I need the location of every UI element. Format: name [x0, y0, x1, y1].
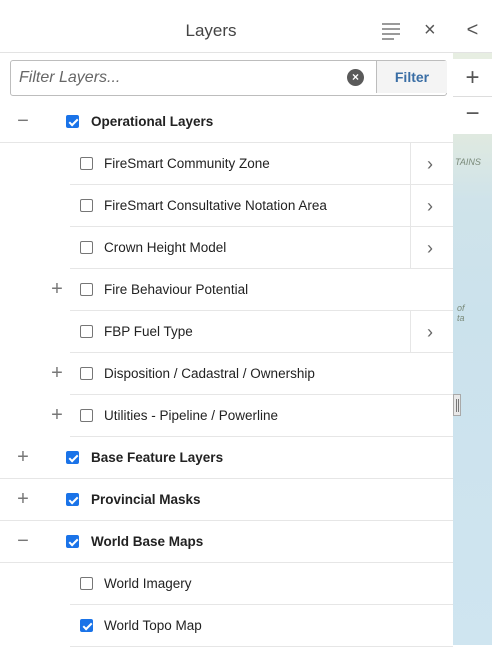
layer-checkbox[interactable]: [80, 283, 93, 296]
filter-button[interactable]: Filter: [376, 61, 447, 93]
expand-icon[interactable]: +: [49, 363, 65, 383]
layer-row-firesmart-consultative-notation-area[interactable]: FireSmart Consultative Notation Area ›: [0, 185, 453, 227]
layer-label: Base Feature Layers: [91, 450, 224, 465]
expand-icon[interactable]: +: [49, 405, 65, 425]
layer-row-base-feature-layers[interactable]: + Base Feature Layers: [0, 437, 453, 479]
panel-header: Layers ×: [0, 9, 453, 53]
layer-label: Fire Behaviour Potential: [104, 282, 249, 297]
layer-checkbox[interactable]: [80, 577, 93, 590]
layer-row-utilities-pipeline-powerline[interactable]: + Utilities - Pipeline / Powerline: [0, 395, 453, 437]
layer-checkbox[interactable]: [80, 619, 93, 632]
layer-label: World Base Maps: [91, 534, 204, 549]
layer-label: Provincial Masks: [91, 492, 201, 507]
expand-icon[interactable]: +: [49, 279, 65, 299]
layers-panel: Layers × × Filter − Operational Layers Fir…: [0, 9, 453, 647]
layer-label: World Imagery: [104, 576, 192, 591]
layer-label: Crown Height Model: [104, 240, 227, 255]
layer-row-crown-height-model[interactable]: Crown Height Model ›: [0, 227, 453, 269]
layer-row-fbp-fuel-type[interactable]: FBP Fuel Type ›: [0, 311, 453, 353]
filter-row: × Filter: [10, 60, 447, 96]
chevron-right-icon: ›: [427, 238, 433, 258]
map-label-tains: TAINS: [455, 157, 481, 167]
map-strip[interactable]: < + − TAINS of ta: [453, 9, 492, 645]
layer-row-world-base-maps[interactable]: − World Base Maps: [0, 521, 453, 563]
layer-details-button[interactable]: ›: [410, 185, 454, 226]
layer-checkbox[interactable]: [80, 199, 93, 212]
filter-input[interactable]: [11, 61, 376, 95]
top-strip: [0, 0, 492, 9]
layer-label: FBP Fuel Type: [104, 324, 193, 339]
chevron-right-icon: ›: [427, 322, 433, 342]
collapse-icon[interactable]: −: [15, 531, 31, 551]
layer-checkbox[interactable]: [80, 409, 93, 422]
map-label-ta: ta: [457, 313, 465, 323]
layer-checkbox[interactable]: [80, 367, 93, 380]
layer-row-disposition-cadastral-ownership[interactable]: + Disposition / Cadastral / Ownership: [0, 353, 453, 395]
layer-details-button[interactable]: ›: [410, 143, 454, 184]
layer-label: Disposition / Cadastral / Ownership: [104, 366, 315, 381]
collapse-panel-button[interactable]: <: [453, 9, 492, 53]
layer-tree: − Operational Layers FireSmart Community Z…: [0, 101, 453, 647]
chevron-right-icon: ›: [427, 154, 433, 174]
layer-details-button[interactable]: ›: [410, 227, 454, 268]
expand-icon[interactable]: +: [15, 489, 31, 509]
layer-row-fire-behaviour-potential[interactable]: + Fire Behaviour Potential: [0, 269, 453, 311]
layer-label: Utilities - Pipeline / Powerline: [104, 408, 279, 423]
layer-label: World Topo Map: [104, 618, 202, 633]
clear-filter-icon[interactable]: ×: [347, 69, 364, 86]
layer-row-world-imagery[interactable]: World Imagery: [0, 563, 453, 605]
panel-title: Layers: [185, 21, 237, 40]
layer-checkbox[interactable]: [66, 115, 79, 128]
layer-checkbox[interactable]: [66, 535, 79, 548]
list-icon[interactable]: [382, 23, 400, 43]
layer-row-provincial-masks[interactable]: + Provincial Masks: [0, 479, 453, 521]
layer-label: FireSmart Community Zone: [104, 156, 270, 171]
layer-label: FireSmart Consultative Notation Area: [104, 198, 327, 213]
layer-row-firesmart-community-zone[interactable]: FireSmart Community Zone ›: [0, 143, 453, 185]
layer-checkbox[interactable]: [80, 157, 93, 170]
expand-icon[interactable]: +: [15, 447, 31, 467]
zoom-in-button[interactable]: +: [453, 59, 492, 97]
layer-checkbox[interactable]: [80, 241, 93, 254]
chevron-right-icon: ›: [427, 196, 433, 216]
collapse-icon[interactable]: −: [15, 111, 31, 131]
layer-label: Operational Layers: [91, 114, 214, 129]
panel-resize-handle[interactable]: [453, 394, 461, 416]
layer-checkbox[interactable]: [66, 451, 79, 464]
layer-details-button[interactable]: ›: [410, 311, 454, 352]
zoom-out-button[interactable]: −: [453, 97, 492, 134]
map-label-of: of: [457, 303, 465, 313]
layer-checkbox[interactable]: [66, 493, 79, 506]
layer-row-operational-layers[interactable]: − Operational Layers: [0, 101, 453, 143]
close-icon[interactable]: ×: [424, 18, 436, 42]
layer-row-world-topo-map[interactable]: World Topo Map: [0, 605, 453, 647]
layer-checkbox[interactable]: [80, 325, 93, 338]
